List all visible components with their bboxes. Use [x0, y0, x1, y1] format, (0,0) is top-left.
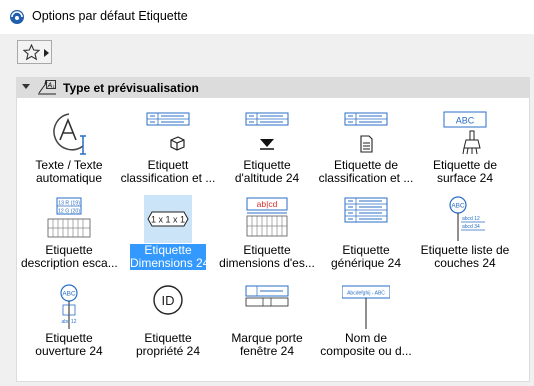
surface-label-icon: ABC [443, 111, 487, 155]
item-label-line2: dimensions d'es... [219, 256, 315, 270]
section-header[interactable]: A 1 Type et prévisualisation [17, 78, 529, 98]
composite-text: Abcdefghij - ABC [347, 291, 385, 297]
item-property-label[interactable]: ID Etiquette propriété 24 [120, 283, 216, 358]
item-stair-dimensions[interactable]: ab|cd Etiquette dimensions d'es... [219, 195, 315, 270]
window-title: Options par défaut Etiquette [32, 9, 188, 23]
stair-desc-line2-text: 12 G (20) [58, 208, 80, 214]
door-window-marker-icon [245, 285, 289, 307]
item-label-line2: fenêtre 24 [239, 344, 295, 358]
item-generic-label[interactable]: Etiquette générique 24 [318, 195, 414, 270]
stair-dimensions-icon: ab|cd [246, 197, 288, 237]
item-label-line2: classification et ... [318, 171, 414, 185]
property-id-text: ID [162, 293, 175, 308]
dimensions-label-icon: 1 x 1 x 1 [144, 195, 192, 243]
label-section-icon: A 1 [38, 79, 56, 95]
layer-list-icon: ABC abcd 12 abcd 34 [449, 196, 485, 241]
layer-abc-text: ABC [451, 203, 465, 210]
favorites-button[interactable] [17, 40, 52, 64]
item-surface-label[interactable]: ABC Etiquette de surface 24 [417, 110, 513, 185]
elevation-label-icon [245, 112, 289, 150]
item-label-line2: Dimensions 24 [130, 256, 206, 270]
generic-label-icon [344, 197, 388, 223]
item-label-line2: couches 24 [434, 256, 496, 270]
item-composite-name[interactable]: Abcdefghij - ABC Nom de composite ou d... [318, 283, 414, 358]
item-stair-description[interactable]: 13 R (19) 12 G (20) Etiquette description… [21, 195, 117, 270]
section-title: Type et prévisualisation [63, 81, 199, 95]
auto-text-icon [53, 113, 86, 155]
item-label-line2: description esca... [21, 256, 117, 270]
item-label-line2: propriété 24 [135, 344, 201, 358]
item-label-line2: d'altitude 24 [234, 171, 300, 185]
star-icon [23, 44, 40, 61]
opening-abc-text: ABC [62, 291, 76, 298]
app-logo-icon [10, 10, 24, 24]
type-preview-panel: A 1 Type et prévisualisation Texte / Tex… [16, 77, 530, 382]
item-label-line2: surface 24 [436, 171, 494, 185]
opening-label-icon: ABC abc 12 [60, 284, 78, 329]
chevron-down-icon[interactable] [22, 84, 30, 90]
stair-description-icon: 13 R (19) 12 G (20) [47, 197, 91, 238]
item-label-line2: composite ou d... [320, 344, 412, 358]
item-layer-list[interactable]: ABC abcd 12 abcd 34 Etiquette liste de co… [417, 195, 513, 270]
stair-desc-line1-text: 13 R (19) [58, 201, 80, 207]
classification-label-icon [146, 112, 190, 151]
stair-dim-text: ab|cd [257, 199, 278, 209]
item-label-line2: ouverture 24 [35, 344, 103, 358]
item-label-line2: générique 24 [330, 256, 402, 270]
item-opening-label[interactable]: ABC abc 12 Etiquette ouverture 24 [21, 283, 117, 358]
item-label-line2: automatique [35, 171, 103, 185]
property-label-icon: ID [153, 285, 183, 315]
item-auto-text[interactable]: Texte / Texte automatique [21, 110, 117, 185]
item-dimensions-label[interactable]: 1 x 1 x 1 Etiquette Dimensions 24 [120, 195, 216, 270]
dimensions-text: 1 x 1 x 1 [151, 215, 185, 225]
item-classification-document[interactable]: Etiquette de classification et ... [318, 110, 414, 185]
item-label-line2: classification et ... [120, 171, 216, 185]
item-door-window-marker[interactable]: Marque porte fenêtre 24 [219, 283, 315, 358]
layer-row1-text: abcd 12 [462, 216, 480, 222]
surface-abc-text: ABC [456, 116, 475, 126]
title-bar: Options par défaut Etiquette [0, 0, 534, 34]
chevron-right-icon [44, 49, 49, 57]
item-elevation-label[interactable]: Etiquette d'altitude 24 [219, 110, 315, 185]
layer-row2-text: abcd 34 [462, 224, 480, 230]
classification-document-icon [344, 112, 388, 153]
composite-name-icon: Abcdefghij - ABC [342, 285, 390, 329]
opening-sub-text: abc 12 [61, 319, 76, 325]
item-classification-label[interactable]: Etiquett classification et ... [120, 110, 216, 185]
